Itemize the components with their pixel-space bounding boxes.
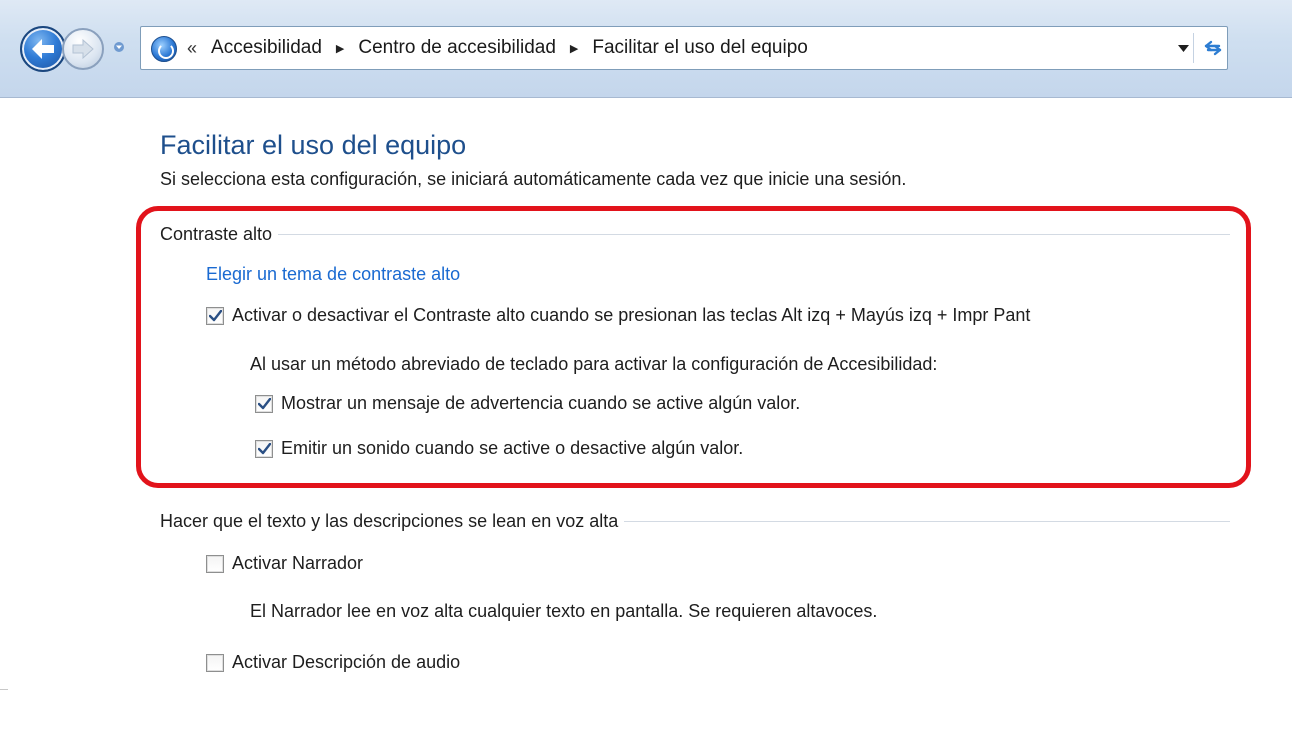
read-aloud-group-label: Hacer que el texto y las descripciones s… (160, 511, 619, 531)
group-divider (624, 521, 1230, 522)
high-contrast-hotkey-checkbox[interactable] (206, 306, 224, 325)
high-contrast-hotkey-label: Activar o desactivar el Contraste alto c… (232, 305, 1031, 325)
back-button[interactable] (20, 26, 66, 72)
forward-arrow-icon (72, 39, 94, 59)
high-contrast-hotkey-option[interactable]: Activar o desactivar el Contraste alto c… (206, 305, 1030, 326)
read-aloud-group-header: Hacer que el texto y las descripciones s… (160, 511, 1230, 532)
page-title: Facilitar el uso del equipo (160, 130, 467, 160)
address-bar[interactable]: « Accesibilidad ▶ Centro de accesibilida… (140, 26, 1228, 70)
breadcrumb-separator-icon[interactable]: ▶ (570, 42, 578, 55)
warning-message-label: Mostrar un mensaje de advertencia cuando… (281, 393, 801, 413)
checkmark-icon (257, 397, 271, 409)
choose-high-contrast-theme-link[interactable]: Elegir un tema de contraste alto (206, 264, 460, 285)
forward-button[interactable] (62, 28, 104, 70)
history-dropdown-button[interactable] (110, 38, 128, 56)
navigation-bar: « Accesibilidad ▶ Centro de accesibilida… (0, 0, 1292, 98)
breadcrumb-overflow-button[interactable]: « (187, 38, 197, 59)
sound-label: Emitir un sonido cuando se active o desa… (281, 438, 744, 458)
breadcrumb: « Accesibilidad ▶ Centro de accesibilida… (187, 27, 808, 69)
sound-option[interactable]: Emitir un sonido cuando se active o desa… (255, 438, 743, 459)
page-subtitle: Si selecciona esta configuración, se ini… (160, 169, 907, 189)
shortcut-description: Al usar un método abreviado de teclado p… (250, 354, 938, 374)
high-contrast-group-header: Contraste alto (160, 224, 1230, 245)
narrator-label: Activar Narrador (232, 553, 364, 573)
narrator-description: El Narrador lee en voz alta cualquier te… (250, 601, 878, 621)
address-divider (1193, 33, 1194, 63)
checkmark-icon (257, 442, 271, 454)
breadcrumb-separator-icon[interactable]: ▶ (336, 42, 344, 55)
narrator-checkbox[interactable] (206, 554, 224, 573)
chevron-down-icon (114, 42, 124, 52)
content-area: Facilitar el uso del equipo Si seleccion… (0, 99, 1292, 751)
control-panel-icon (151, 36, 177, 62)
group-divider (278, 234, 1230, 235)
audio-description-checkbox[interactable] (206, 653, 224, 672)
address-dropdown-button[interactable] (1174, 39, 1192, 57)
refresh-button[interactable] (1199, 33, 1227, 63)
narrator-option[interactable]: Activar Narrador (206, 553, 363, 574)
chevron-down-icon (1177, 44, 1189, 52)
window-edge (0, 689, 8, 751)
audio-description-label: Activar Descripción de audio (232, 652, 461, 672)
refresh-icon (1204, 40, 1222, 56)
warning-message-checkbox[interactable] (255, 394, 273, 413)
sound-checkbox[interactable] (255, 439, 273, 458)
warning-message-option[interactable]: Mostrar un mensaje de advertencia cuando… (255, 393, 800, 414)
breadcrumb-item-centro-de-accesibilidad[interactable]: Centro de accesibilidad (358, 37, 556, 59)
breadcrumb-item-facilitar-el-uso[interactable]: Facilitar el uso del equipo (592, 37, 807, 59)
high-contrast-group-label: Contraste alto (160, 224, 273, 244)
audio-description-option[interactable]: Activar Descripción de audio (206, 652, 460, 673)
checkmark-icon (208, 309, 222, 321)
breadcrumb-item-accesibilidad[interactable]: Accesibilidad (211, 37, 322, 59)
back-arrow-icon (32, 39, 54, 59)
